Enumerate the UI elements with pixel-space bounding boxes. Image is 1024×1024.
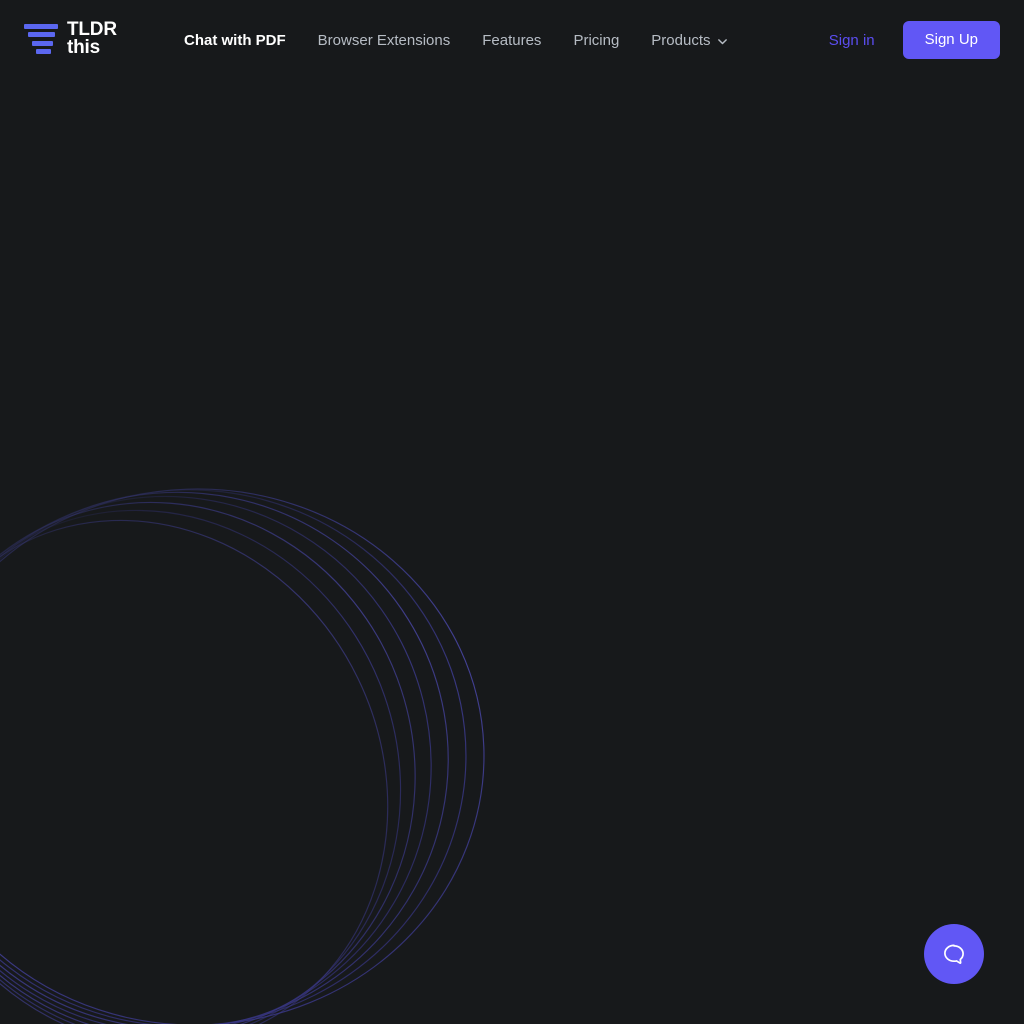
chevron-down-icon — [717, 36, 728, 47]
nav-item-features[interactable]: Features — [466, 24, 557, 57]
funnel-bars-icon — [24, 21, 58, 57]
chat-bubble-icon — [940, 940, 968, 968]
nav-item-products[interactable]: Products — [635, 24, 743, 57]
main-content-area — [0, 80, 1024, 1024]
nav-item-chat-with-pdf[interactable]: Chat with PDF — [184, 24, 302, 57]
nav-item-label: Chat with PDF — [184, 31, 286, 49]
auth-actions: Sign in Sign Up — [829, 0, 1000, 80]
brand-logo[interactable]: TLDR this — [24, 21, 117, 57]
chat-beacon-button[interactable] — [924, 924, 984, 984]
nav-item-label: Browser Extensions — [317, 31, 451, 49]
sign-up-button[interactable]: Sign Up — [902, 21, 1000, 59]
brand-wordmark: TLDR this — [67, 21, 117, 58]
nav-item-label: Pricing — [573, 31, 620, 49]
primary-navigation: Chat with PDF Browser Extensions Feature… — [184, 0, 744, 80]
nav-item-pricing[interactable]: Pricing — [557, 24, 635, 57]
sign-in-link[interactable]: Sign in — [829, 32, 875, 49]
nav-item-label: Products — [651, 31, 711, 49]
nav-item-browser-extensions[interactable]: Browser Extensions — [302, 24, 467, 57]
site-header: TLDR this Chat with PDF Browser Extensio… — [0, 0, 1024, 80]
brand-word-bottom: this — [67, 37, 100, 58]
nav-item-label: Features — [482, 31, 542, 49]
